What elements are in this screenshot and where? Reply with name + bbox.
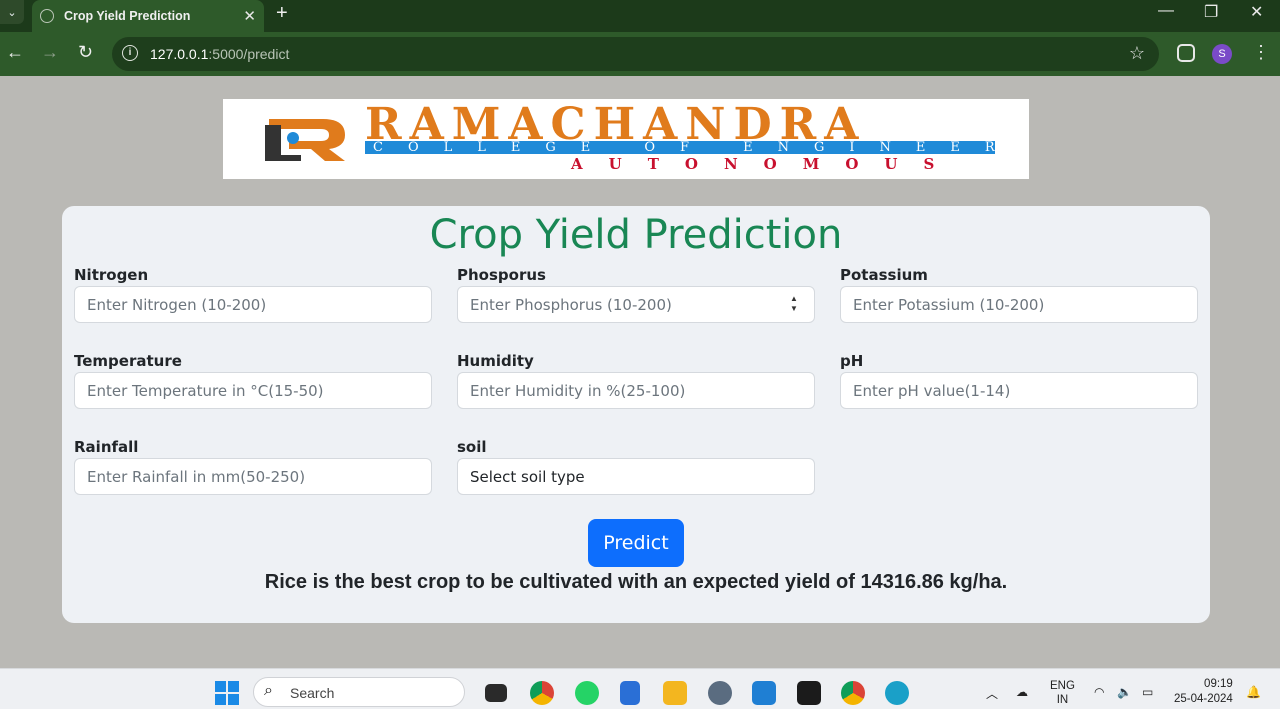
lang-region: IN xyxy=(1056,694,1069,706)
taskbar-search[interactable]: ⌕ Search xyxy=(253,677,465,707)
notepad-icon[interactable] xyxy=(620,681,640,705)
browser-tab-bar: ⌄ Crop Yield Prediction ✕ + — ❐ ✕ xyxy=(0,0,1280,32)
globe-icon xyxy=(40,9,54,23)
tab-search-icon[interactable]: ⌄ xyxy=(0,0,24,24)
nitrogen-input[interactable] xyxy=(74,286,432,323)
language-indicator[interactable]: ENG IN xyxy=(1050,679,1075,707)
ph-input[interactable] xyxy=(840,372,1198,409)
file-explorer-icon[interactable] xyxy=(663,681,687,705)
taskbar: ⌕ Search ︿ ☁ ENG IN ◠ 🔈 ▭ 09:19 25-04-20… xyxy=(0,668,1280,709)
humidity-input[interactable] xyxy=(457,372,815,409)
soil-label: soil xyxy=(457,438,487,456)
windows-start-icon[interactable] xyxy=(215,681,239,705)
college-subtitle: COLLEGE OF ENGINEERING xyxy=(373,140,1029,155)
potassium-label: Potassium xyxy=(840,266,928,284)
chrome-active-icon[interactable] xyxy=(841,681,865,705)
task-view-icon[interactable] xyxy=(485,684,507,702)
system-clock[interactable]: 09:19 25-04-2024 xyxy=(1174,677,1233,707)
reload-icon[interactable]: ↻ xyxy=(78,42,93,63)
college-tagline: AUTONOMOUS xyxy=(571,155,961,173)
search-label: Search xyxy=(290,685,335,701)
close-tab-icon[interactable]: ✕ xyxy=(243,7,256,25)
forward-icon[interactable]: → xyxy=(41,42,59,63)
tab-title: Crop Yield Prediction xyxy=(64,9,191,23)
temperature-input[interactable] xyxy=(74,372,432,409)
settings-icon[interactable] xyxy=(708,681,732,705)
restore-icon[interactable]: ❐ xyxy=(1204,2,1218,22)
wifi-icon[interactable]: ◠ xyxy=(1094,685,1104,699)
page-title: Crop Yield Prediction xyxy=(429,212,843,258)
college-banner: RAMACHANDRA COLLEGE OF ENGINEERING AUTON… xyxy=(223,99,1029,179)
close-window-icon[interactable]: ✕ xyxy=(1250,2,1263,22)
show-hidden-icons-icon[interactable]: ︿ xyxy=(986,685,998,702)
url-path: :5000/predict xyxy=(208,46,290,62)
phosphorus-label: Phosporus xyxy=(457,266,546,284)
url-text[interactable]: 127.0.0.1:5000/predict xyxy=(150,46,289,62)
temperature-label: Temperature xyxy=(74,352,182,370)
potassium-input[interactable] xyxy=(840,286,1198,323)
phosphorus-input[interactable] xyxy=(457,286,815,323)
onedrive-icon[interactable]: ☁ xyxy=(1016,685,1028,699)
browser-tab[interactable]: Crop Yield Prediction ✕ xyxy=(32,0,264,32)
college-logo-icon xyxy=(265,119,345,161)
new-tab-icon[interactable]: + xyxy=(276,2,288,25)
edge-icon[interactable] xyxy=(885,681,909,705)
address-bar[interactable]: i 127.0.0.1:5000/predict ☆ xyxy=(112,37,1159,71)
lang-primary: ENG xyxy=(1050,680,1075,692)
profile-avatar[interactable]: S xyxy=(1212,44,1232,64)
notification-bell-icon[interactable]: 🔔 xyxy=(1246,685,1261,699)
volume-icon[interactable]: 🔈 xyxy=(1117,685,1132,699)
number-spinner[interactable]: ▲ ▼ xyxy=(789,294,799,314)
pycharm-icon[interactable] xyxy=(797,681,821,705)
menu-kebab-icon[interactable]: ⋮ xyxy=(1252,42,1270,62)
prediction-card: Crop Yield Prediction Nitrogen Phosporus… xyxy=(62,206,1210,623)
battery-icon[interactable]: ▭ xyxy=(1142,685,1153,699)
back-icon[interactable]: ← xyxy=(6,42,24,63)
clock-date: 25-04-2024 xyxy=(1174,693,1233,705)
chrome-icon[interactable] xyxy=(530,681,554,705)
url-host: 127.0.0.1 xyxy=(150,46,209,62)
rainfall-label: Rainfall xyxy=(74,438,139,456)
soil-select[interactable]: Select soil type xyxy=(457,458,815,495)
site-info-icon[interactable]: i xyxy=(122,45,138,61)
browser-toolbar: ← → ↻ i 127.0.0.1:5000/predict ☆ xyxy=(0,32,1280,76)
prediction-result: Rice is the best crop to be cultivated w… xyxy=(264,571,1008,593)
predict-button[interactable]: Predict xyxy=(588,519,684,567)
search-icon: ⌕ xyxy=(264,682,273,699)
whatsapp-icon[interactable] xyxy=(575,681,599,705)
nitrogen-label: Nitrogen xyxy=(74,266,149,284)
clock-time: 09:19 xyxy=(1204,678,1233,690)
vscode-icon[interactable] xyxy=(752,681,776,705)
ph-label: pH xyxy=(840,352,864,370)
rainfall-input[interactable] xyxy=(74,458,432,495)
bookmark-star-icon[interactable]: ☆ xyxy=(1129,43,1145,64)
extension-icon[interactable] xyxy=(1177,44,1195,62)
humidity-label: Humidity xyxy=(457,352,534,370)
minimize-icon[interactable]: — xyxy=(1158,2,1174,20)
